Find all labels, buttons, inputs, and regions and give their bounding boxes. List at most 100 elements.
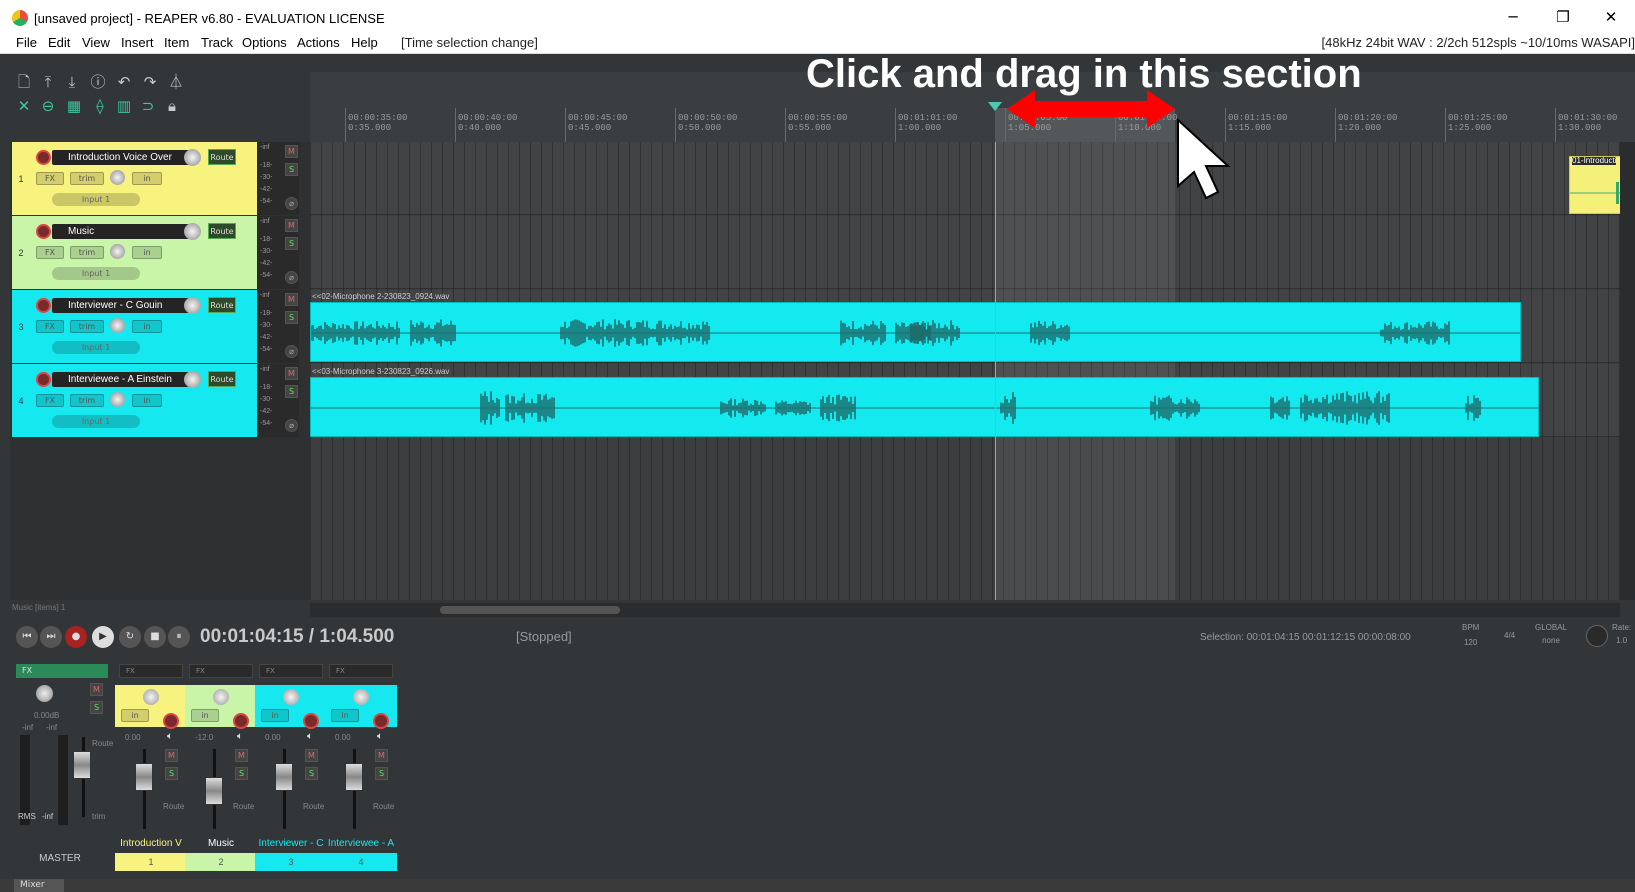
strip-route-label[interactable]: Route	[303, 802, 324, 811]
fx-button[interactable]: FX	[36, 320, 64, 333]
input-select[interactable]: Input 1	[52, 341, 140, 354]
track-volume-knob[interactable]	[184, 297, 201, 314]
phase-button[interactable]: ⌀	[285, 345, 298, 358]
strip-pan-knob[interactable]	[213, 689, 229, 705]
track-lane-1[interactable]	[310, 142, 1620, 215]
master-volume-knob[interactable]	[36, 685, 53, 702]
strip-name[interactable]: Music	[185, 835, 257, 853]
stop-button[interactable]: ■	[144, 626, 166, 648]
strip-route-label[interactable]: Route	[163, 802, 184, 811]
solo-button[interactable]: S	[285, 237, 298, 250]
solo-button[interactable]: S	[285, 163, 298, 176]
vertical-scrollbar[interactable]	[1620, 142, 1635, 600]
strip-record-arm[interactable]	[303, 713, 319, 729]
media-item-interviewee[interactable]	[310, 377, 1539, 437]
strip-speaker-icon[interactable]: 🔈︎	[307, 731, 313, 742]
menu-actions[interactable]: Actions	[297, 35, 340, 50]
input-monitor-button[interactable]: in	[132, 246, 162, 259]
strip-speaker-icon[interactable]: 🔈︎	[377, 731, 383, 742]
track-panel-1[interactable]: 1 Introduction Voice Over Route FX trim …	[12, 142, 257, 215]
strip-mute-button[interactable]: M	[305, 749, 318, 762]
fx-button[interactable]: FX	[36, 172, 64, 185]
pan-knob[interactable]	[110, 392, 125, 407]
time-selection-region[interactable]	[995, 142, 1175, 600]
track-panel-3[interactable]: 3 Interviewer - C Gouin Route FX trim in…	[12, 290, 257, 363]
pan-knob[interactable]	[110, 318, 125, 333]
trim-button[interactable]: trim	[70, 246, 104, 259]
item-grouping-icon[interactable]: ⊖	[38, 96, 58, 116]
strip-name[interactable]: Interviewee - A	[325, 835, 397, 853]
metronome-icon[interactable]: ⏃	[166, 72, 186, 92]
record-arm-button[interactable]	[36, 298, 51, 313]
strip-mute-button[interactable]: M	[165, 749, 178, 762]
strip-name[interactable]: Introduction V	[115, 835, 187, 853]
strip-solo-button[interactable]: S	[235, 767, 248, 780]
new-project-icon[interactable]: 🗋	[14, 72, 34, 92]
trim-button[interactable]: trim	[70, 394, 104, 407]
open-project-icon[interactable]: ⤒	[38, 72, 58, 92]
fx-button[interactable]: FX	[36, 246, 64, 259]
mute-button[interactable]: M	[285, 145, 298, 158]
pan-knob[interactable]	[110, 244, 125, 259]
record-arm-button[interactable]	[36, 224, 51, 239]
menu-file[interactable]: File	[16, 35, 37, 50]
project-settings-icon[interactable]: ⓘ	[88, 72, 108, 92]
strip-input-button[interactable]: in	[261, 709, 289, 722]
strip-solo-button[interactable]: S	[305, 767, 318, 780]
input-monitor-button[interactable]: in	[132, 172, 162, 185]
mixer-strip-2[interactable]: FX in -12.0 🔈︎ M S Route Music 2	[185, 657, 257, 879]
strip-solo-button[interactable]: S	[165, 767, 178, 780]
selection-info[interactable]: Selection: 00:01:04:15 00:01:12:15 00:00…	[1200, 632, 1411, 643]
strip-fader[interactable]	[205, 777, 223, 805]
horizontal-scroll-thumb[interactable]	[440, 606, 620, 614]
track-volume-knob[interactable]	[184, 149, 201, 166]
strip-record-arm[interactable]	[163, 713, 179, 729]
strip-fader[interactable]	[345, 763, 363, 791]
play-cursor-marker[interactable]	[988, 102, 1002, 112]
menu-view[interactable]: View	[82, 35, 110, 50]
play-button[interactable]: ▶	[92, 626, 114, 648]
track-name[interactable]: Interviewer - C Gouin	[52, 298, 192, 313]
master-solo-button[interactable]: S	[90, 701, 103, 714]
strip-pan-knob[interactable]	[283, 689, 299, 705]
mute-button[interactable]: M	[285, 293, 298, 306]
time-display[interactable]: 00:01:04:15 / 1:04.500	[200, 626, 394, 648]
track-lane-2[interactable]	[310, 216, 1620, 289]
strip-pan-knob[interactable]	[143, 689, 159, 705]
record-button[interactable]: ●	[65, 626, 87, 648]
time-signature[interactable]: 4/4	[1504, 631, 1515, 640]
route-button[interactable]: Route	[208, 297, 236, 313]
trim-button[interactable]: trim	[70, 172, 104, 185]
horizontal-scrollbar[interactable]	[310, 603, 1620, 617]
playrate[interactable]: Rate: 1.0	[1612, 623, 1631, 645]
media-item-interviewer[interactable]	[310, 302, 1521, 362]
strip-route-label[interactable]: Route	[233, 802, 254, 811]
master-fx-button[interactable]: FX	[16, 664, 108, 678]
mixer-strip-3[interactable]: FX in 0.00 🔈︎ M S Route Interviewer - C …	[255, 657, 327, 879]
record-arm-button[interactable]	[36, 150, 51, 165]
phase-button[interactable]: ⌀	[285, 271, 298, 284]
master-fader[interactable]	[73, 751, 91, 779]
menu-item[interactable]: Item	[164, 35, 189, 50]
lock-icon[interactable]: 🔒︎	[162, 96, 182, 116]
master-route-label[interactable]: Route	[92, 739, 113, 748]
track-volume-knob[interactable]	[184, 371, 201, 388]
go-to-start-button[interactable]: ⏮	[16, 626, 38, 648]
strip-speaker-icon[interactable]: 🔈︎	[237, 731, 243, 742]
strip-input-button[interactable]: in	[121, 709, 149, 722]
ripple-edit-icon[interactable]: ✕	[14, 96, 34, 116]
bpm-display[interactable]: BPM 120	[1462, 623, 1479, 647]
record-arm-button[interactable]	[36, 372, 51, 387]
strip-record-arm[interactable]	[233, 713, 249, 729]
route-button[interactable]: Route	[208, 149, 236, 165]
master-mute-button[interactable]: M	[90, 683, 103, 696]
solo-button[interactable]: S	[285, 385, 298, 398]
input-monitor-button[interactable]: in	[132, 320, 162, 333]
phase-button[interactable]: ⌀	[285, 419, 298, 432]
strip-name[interactable]: Interviewer - C	[255, 835, 327, 853]
menu-options[interactable]: Options	[242, 35, 287, 50]
repeat-button[interactable]: ↻	[119, 626, 141, 648]
input-select[interactable]: Input 1	[52, 267, 140, 280]
strip-route-label[interactable]: Route	[373, 802, 394, 811]
close-button[interactable]: ✕	[1588, 4, 1634, 30]
